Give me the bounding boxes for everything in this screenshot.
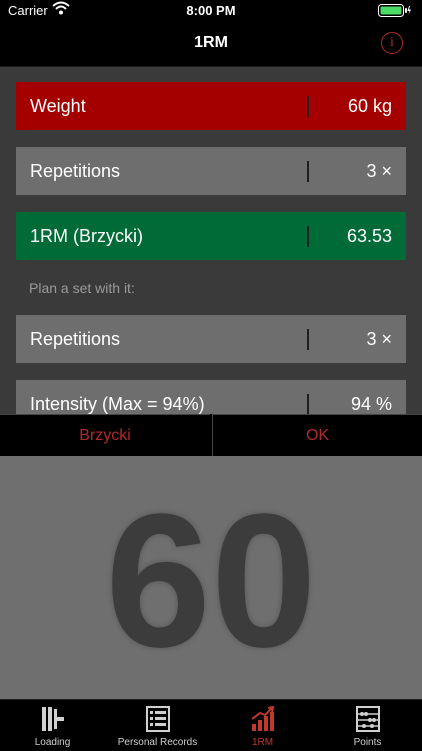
info-icon[interactable]: i	[381, 32, 403, 54]
tab-label: Points	[353, 737, 382, 748]
one-rm-value: 63.53	[346, 226, 392, 246]
brzycki-button[interactable]: Brzycki	[0, 414, 210, 456]
weight-label: Weight	[30, 96, 86, 116]
tab-label: Loading	[34, 737, 71, 748]
intensity-label: Intensity (Max = 94%)	[30, 394, 205, 414]
row-separator	[307, 329, 309, 350]
repetitions-row[interactable]: Repetitions 3 ×	[16, 147, 406, 195]
navigation-bar: 1RM i	[0, 22, 422, 67]
tab-label: 1RM	[251, 737, 274, 748]
tab-bar: Loading Personal Records 1RM Points	[0, 699, 422, 751]
tab-personal-records[interactable]: Personal Records	[105, 700, 210, 751]
chart-up-icon	[251, 706, 275, 731]
status-bar: Carrier 8:00 PM	[0, 0, 422, 22]
status-time: 8:00 PM	[186, 3, 236, 18]
row-separator	[307, 161, 309, 182]
row-separator	[307, 96, 309, 117]
row-separator	[307, 394, 309, 415]
action-bar: Brzycki OK	[0, 414, 422, 456]
one-rm-row[interactable]: 1RM (Brzycki) 63.53	[16, 212, 406, 260]
battery-icon	[378, 4, 412, 20]
barbell-plates-icon	[42, 707, 64, 731]
plan-repetitions-row[interactable]: Repetitions 3 ×	[16, 315, 406, 363]
tab-1rm[interactable]: 1RM	[210, 700, 315, 751]
value-display: 60	[0, 456, 422, 699]
weight-value: 60 kg	[347, 96, 392, 116]
repetitions-label: Repetitions	[30, 161, 121, 181]
repetitions-value: 3 ×	[366, 161, 392, 181]
weight-row[interactable]: Weight 60 kg	[16, 82, 406, 130]
tab-points[interactable]: Points	[315, 700, 420, 751]
page-title: 1RM	[194, 34, 228, 51]
one-rm-label: 1RM (Brzycki)	[30, 226, 143, 246]
intensity-value: 94 %	[350, 394, 392, 414]
tab-label: Personal Records	[117, 737, 198, 748]
plan-repetitions-value: 3 ×	[366, 329, 392, 349]
list-icon	[146, 706, 170, 732]
tab-loading[interactable]: Loading	[0, 700, 105, 751]
plan-set-label: Plan a set with it:	[29, 280, 135, 296]
big-value: 60	[105, 475, 317, 687]
ok-button[interactable]: OK	[212, 414, 422, 456]
row-separator	[307, 226, 309, 247]
abacus-icon	[356, 706, 380, 732]
plan-repetitions-label: Repetitions	[30, 329, 121, 349]
